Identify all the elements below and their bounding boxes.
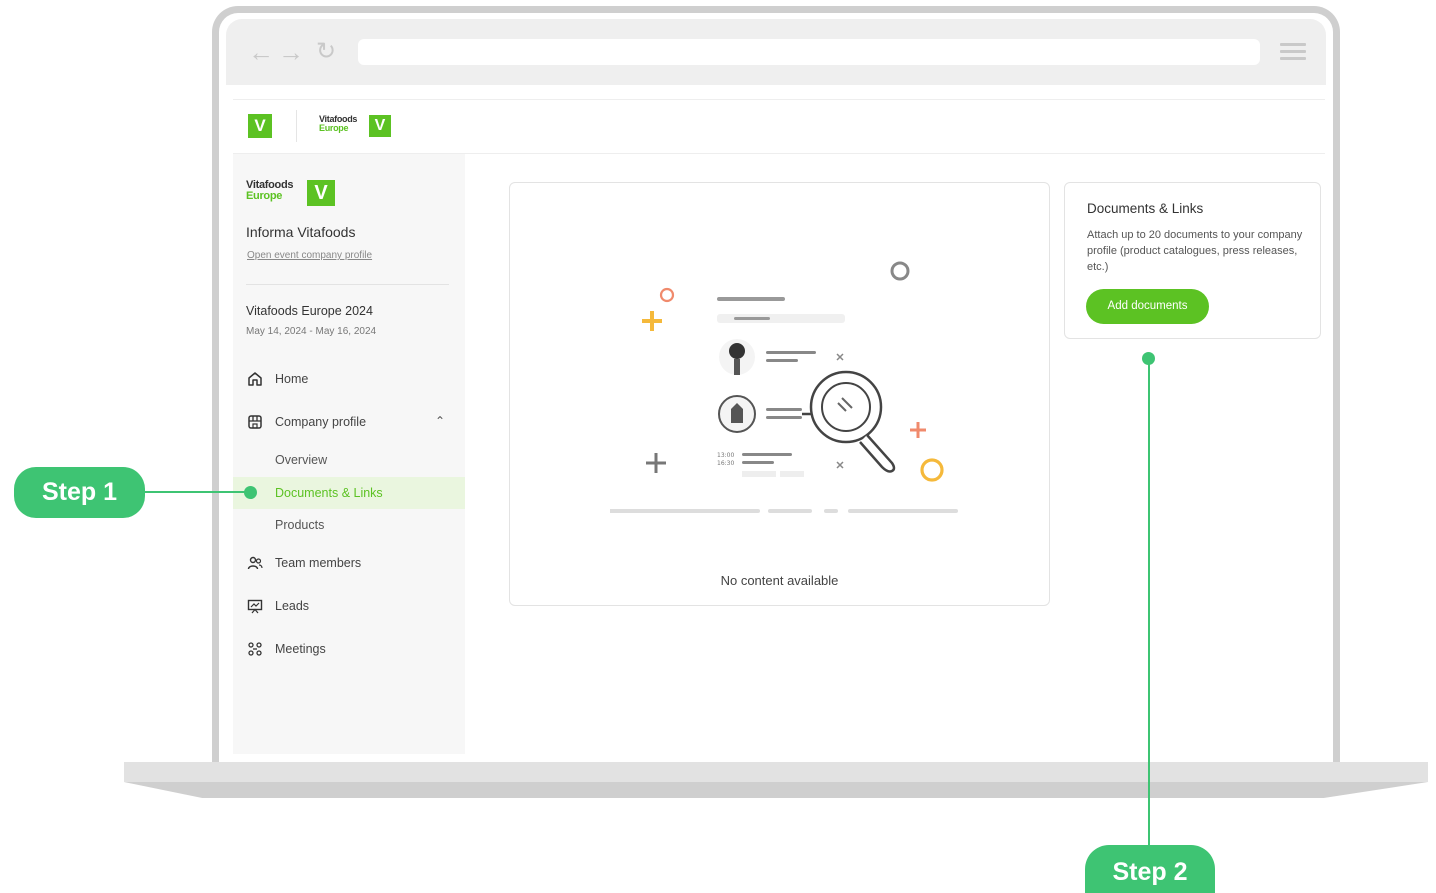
home-icon [248,372,262,386]
tutorial-canvas: ← → ↻ V Vitafoods Europe V Vitafoods Eur… [0,0,1436,893]
chevron-up-icon[interactable]: ⌃ [435,414,445,428]
event-dates: May 14, 2024 - May 16, 2024 [246,326,377,337]
decor-circle-icon [659,287,675,303]
sidebar-item-label: Team members [275,556,362,570]
sidebar: Vitafoods Europe V Informa Vitafoods Ope… [233,154,465,754]
header-divider [296,110,297,142]
store-icon [248,415,262,429]
brand-line2: Europe [319,123,349,133]
decor-plus-icon [646,453,666,473]
company-name: Informa Vitafoods [246,224,356,240]
brand-letter: V [369,115,391,137]
event-name: Vitafoods Europe 2024 [246,304,373,318]
decor-plus-icon [642,311,662,331]
team-icon [247,556,263,570]
illustration-time-1: 13:00 [717,452,734,459]
step1-marker-dot [244,486,257,499]
add-documents-button[interactable]: Add documents [1086,289,1209,324]
sidebar-item-label: Overview [275,453,328,467]
step1-callout: Step 1 [14,467,145,518]
sidebar-item-label: Home [275,372,309,386]
main-content: 13:00 16:30 No content available Documen… [465,154,1325,754]
sidebar-item-label: Meetings [275,642,326,656]
app-logo[interactable]: V [248,114,272,138]
decor-circle-icon [920,458,944,482]
meetings-icon [248,642,262,656]
arrow-left-icon[interactable]: ← [248,39,274,65]
illustration-time-2: 16:30 [717,460,734,467]
empty-state-card: 13:00 16:30 No content available [509,182,1050,606]
hamburger-menu-icon[interactable] [1280,43,1306,61]
sidebar-item-meetings[interactable]: Meetings [233,633,465,665]
sidebar-subitem-products[interactable]: Products [233,509,465,541]
open-company-profile-link[interactable]: Open event company profile [247,250,372,261]
step1-connector-line [145,491,251,493]
card-description: Attach up to 20 documents to your compan… [1087,229,1303,273]
reload-icon[interactable]: ↻ [316,39,336,65]
card-title: Documents & Links [1087,201,1204,216]
sidebar-subitem-documents-links[interactable]: Documents & Links [233,477,465,509]
empty-search-illustration: 13:00 16:30 [610,261,958,513]
sidebar-divider [246,284,449,285]
laptop-foot [124,782,1428,798]
sidebar-item-home[interactable]: Home [233,363,465,395]
step2-callout: Step 2 [1085,845,1215,893]
sidebar-item-label: Leads [275,599,310,613]
address-bar[interactable] [358,39,1260,65]
documents-links-card: Documents & Links Attach up to 20 docume… [1064,182,1321,339]
presentation-icon [247,599,263,614]
sidebar-item-company-profile[interactable]: Company profile ⌃ [233,406,465,438]
event-brand-logo[interactable]: Vitafoods Europe V [319,115,391,137]
app-header: V Vitafoods Europe V [233,99,1325,154]
sidebar-item-team-members[interactable]: Team members [233,547,465,579]
arrow-right-icon[interactable]: → [278,39,304,65]
empty-state-text: No content available [720,573,839,588]
decor-plus-icon [910,422,926,438]
sidebar-item-label: Products [275,518,325,532]
laptop-base [124,762,1428,782]
sidebar-item-label: Documents & Links [275,486,383,500]
step2-connector-line [1148,358,1150,846]
brand-line2: Europe [246,190,283,202]
magnifier-icon [802,370,896,473]
sidebar-subitem-overview[interactable]: Overview [233,444,465,476]
browser-toolbar: ← → ↻ [226,19,1326,85]
sidebar-brand-logo: Vitafoods Europe V [246,180,335,206]
brand-letter: V [307,180,335,206]
sidebar-item-leads[interactable]: Leads [233,590,465,622]
sidebar-item-label: Company profile [275,415,367,429]
decor-circle-icon [890,261,910,281]
